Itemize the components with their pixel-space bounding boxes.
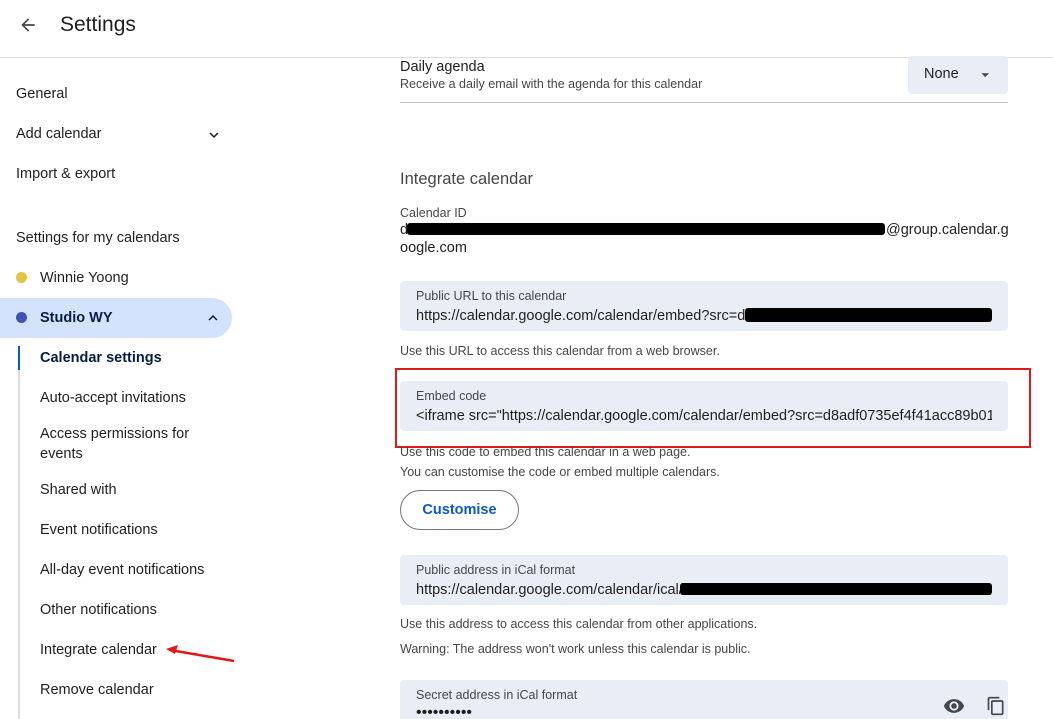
daily-agenda-select-value: None xyxy=(924,66,959,82)
sidebar-item-integrate-calendar[interactable]: Integrate calendar xyxy=(40,640,157,660)
calendar-color-dot xyxy=(16,312,27,323)
sidebar-item-calendar-settings[interactable]: Calendar settings xyxy=(40,348,162,368)
public-url-hint: Use this URL to access this calendar fro… xyxy=(400,344,720,358)
ical-public-label: Public address in iCal format xyxy=(416,563,576,577)
sidebar-item-add-calendar[interactable]: Add calendar xyxy=(16,126,101,142)
chevron-up-icon[interactable] xyxy=(204,309,222,327)
dropdown-arrow-icon xyxy=(981,73,989,78)
top-bar: Settings xyxy=(0,0,1053,58)
chevron-down-icon[interactable] xyxy=(205,126,223,144)
annotation-arrow xyxy=(166,645,235,663)
sidebar-item-all-day-notifications[interactable]: All-day event notifications xyxy=(40,560,204,580)
sidebar-section-title: Settings for my calendars xyxy=(16,230,180,246)
ical-public-hint: Use this address to access this calendar… xyxy=(400,617,758,631)
sidebar-item-general[interactable]: General xyxy=(16,86,68,102)
calendar-id-line2: oogle.com xyxy=(400,240,467,256)
redaction-bar xyxy=(407,223,885,235)
sidebar-calendar-studio-wy[interactable] xyxy=(0,298,232,338)
divider xyxy=(400,102,1008,103)
calendar-id-suffix: @group.calendar.g xyxy=(886,222,1009,238)
public-url-label: Public URL to this calendar xyxy=(416,289,567,303)
sidebar-item-auto-accept[interactable]: Auto-accept invitations xyxy=(40,388,186,408)
sidebar-calendar-winnie-yoong[interactable]: Winnie Yoong xyxy=(40,270,129,286)
daily-agenda-select[interactable]: None xyxy=(908,56,1008,94)
sidebar-item-other-notifications[interactable]: Other notifications xyxy=(40,600,157,620)
redaction-bar xyxy=(680,583,992,595)
ical-public-field[interactable]: Public address in iCal format https://ca… xyxy=(400,555,1008,605)
ical-secret-value: •••••••••• xyxy=(416,704,473,719)
sidebar-calendar-label: Studio WY xyxy=(40,310,113,326)
annotation-highlight-box xyxy=(395,368,1031,448)
sidebar-item-shared-with[interactable]: Shared with xyxy=(40,480,117,500)
sidebar-item-remove-calendar[interactable]: Remove calendar xyxy=(40,680,154,700)
redaction-bar xyxy=(745,308,992,322)
ical-public-warning: Warning: The address won't work unless t… xyxy=(400,642,751,656)
embed-code-hint-2: You can customise the code or embed mult… xyxy=(400,465,720,479)
sidebar-item-import-export[interactable]: Import & export xyxy=(16,166,115,182)
ical-secret-label: Secret address in iCal format xyxy=(416,688,578,702)
page-title: Settings xyxy=(60,13,136,36)
customise-button[interactable]: Customise xyxy=(400,490,519,530)
sidebar-item-access-permissions[interactable]: Access permissions for events xyxy=(40,424,210,464)
embed-code-hint: Use this code to embed this calendar in … xyxy=(400,445,691,459)
section-title-integrate: Integrate calendar xyxy=(400,170,534,188)
submenu-active-indicator xyxy=(18,346,20,370)
calendar-color-dot xyxy=(16,272,27,283)
sidebar-item-event-notifications[interactable]: Event notifications xyxy=(40,520,158,540)
visibility-eye-icon[interactable] xyxy=(943,695,965,717)
arrow-back-icon xyxy=(21,18,35,32)
submenu-guide-line xyxy=(18,346,20,719)
public-url-field[interactable]: Public URL to this calendar https://cale… xyxy=(400,281,1008,331)
copy-icon[interactable] xyxy=(986,696,1006,716)
calendar-id-label: Calendar ID xyxy=(400,206,467,220)
daily-agenda-title: Daily agenda xyxy=(400,59,485,75)
ical-secret-field[interactable]: Secret address in iCal format •••••••••• xyxy=(400,680,1008,719)
back-button[interactable] xyxy=(14,11,42,39)
daily-agenda-description: Receive a daily email with the agenda fo… xyxy=(400,77,703,91)
